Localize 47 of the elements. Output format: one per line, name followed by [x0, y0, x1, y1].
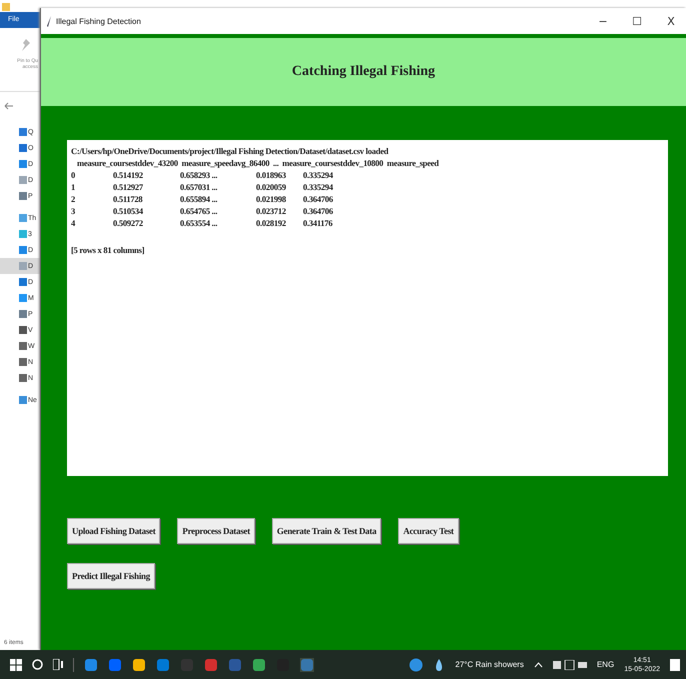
output-value: 0.657031 ... [180, 181, 218, 193]
output-value: 0 [71, 169, 76, 181]
output-value: 0.512927 [113, 181, 144, 193]
output-value: 0.335294 [303, 169, 334, 181]
notification-icon[interactable] [670, 658, 680, 670]
output-value: 0.364706 [303, 205, 334, 217]
action-button[interactable]: Preprocess Dataset [177, 518, 255, 544]
output-value: 2 [71, 193, 76, 205]
output-value: 0.364706 [303, 193, 334, 205]
output-value: 3 [71, 205, 76, 217]
output-value: 0.028192 [256, 217, 287, 229]
windows-logo-icon[interactable] [10, 658, 22, 670]
output-line: measure_coursestddev_43200 measure_speedavg_86400 ... measure_coursestddev_10800 measure_speed [76, 157, 440, 169]
action-button[interactable]: Upload Fishing Dataset [67, 518, 160, 544]
output-value: 0.658293 ... [180, 169, 218, 181]
window-control[interactable]: X [656, 14, 686, 28]
output-value: 0.514192 [113, 169, 144, 181]
output-value: 0.023712 [256, 205, 287, 217]
output-value: 0.341176 [303, 217, 334, 229]
back-arrow-icon[interactable] [4, 102, 14, 110]
window-control[interactable]: − [588, 14, 618, 28]
weather-text[interactable]: 27°C Rain showers [455, 660, 524, 669]
action-button[interactable]: Accuracy Test [398, 518, 459, 544]
output-value: 4 [71, 217, 76, 229]
action-button[interactable]: Generate Train & Test Data [272, 518, 382, 544]
output-value: 1 [71, 181, 76, 193]
output-value: 0.510534 [113, 205, 144, 217]
search-icon[interactable] [32, 659, 43, 670]
output-value: 0.511728 [113, 193, 144, 205]
window-title: Illegal Fishing Detection [56, 16, 141, 26]
window-control[interactable]: ☐ [622, 14, 652, 28]
output-value: 0.654765 ... [180, 205, 218, 217]
output-value: 0.509272 [113, 217, 144, 229]
output-value: 0.335294 [303, 181, 334, 193]
language-indicator[interactable]: ENG [596, 660, 614, 669]
output-value: 0.020059 [256, 181, 287, 193]
output-line: C:/Users/hp/OneDrive/Documents/project/Illegal Fishing Detection/Dataset/dataset.csv loaded [71, 145, 390, 157]
output-value: 0.653554 ... [180, 217, 218, 229]
chevron-up-icon[interactable] [534, 662, 543, 668]
output-line: [5 rows x 81 columns] [71, 244, 146, 256]
app-title: Catching Illegal Fishing [292, 64, 436, 80]
output-value: 0.655894 ... [180, 193, 218, 205]
task-view-icon[interactable] [53, 659, 63, 670]
feather-icon [47, 16, 52, 26]
output-value: 0.018963 [256, 169, 287, 181]
output-value: 0.021998 [256, 193, 287, 205]
action-button[interactable]: Predict Illegal Fishing [67, 563, 155, 589]
